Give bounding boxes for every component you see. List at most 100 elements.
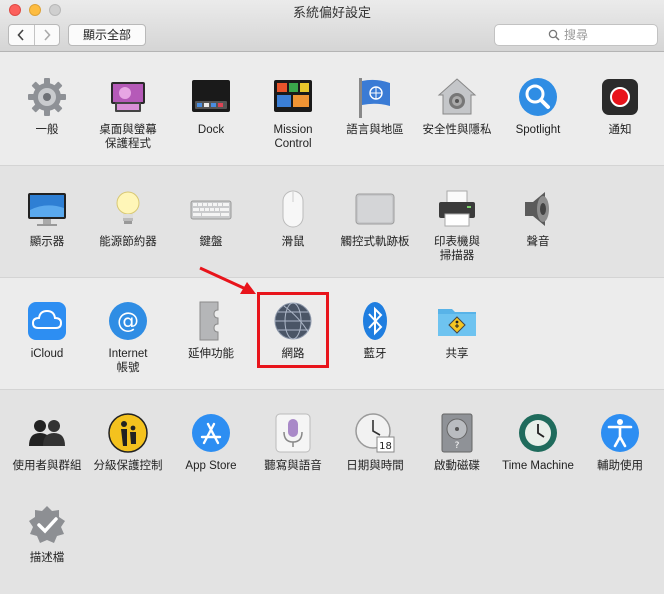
pref-label: 能源節約器 [99, 236, 157, 248]
pref-accessibility[interactable]: 輔助使用 [581, 412, 659, 473]
pref-label: 聽寫與語音 [264, 460, 322, 472]
date-time-clock-icon: 18 [355, 413, 395, 453]
pref-label: iCloud [30, 348, 64, 360]
pref-spotlight[interactable]: Spotlight [499, 76, 577, 137]
section-hardware: 顯示器 能源節約器 鍵盤 滑鼠 觸控式軌跡板 印表機與 掃描器 聲音 [0, 166, 664, 278]
pref-label: 共享 [445, 348, 469, 360]
pref-label: 滑鼠 [281, 236, 305, 248]
search-input[interactable] [564, 28, 604, 42]
annotation-highlight-box [257, 292, 329, 368]
users-groups-icon [29, 420, 65, 446]
pref-trackpad[interactable]: 觸控式軌跡板 [336, 188, 414, 249]
pref-label: 語言與地區 [346, 124, 404, 136]
printer-icon [439, 190, 475, 227]
pref-mouse[interactable]: 滑鼠 [254, 188, 332, 249]
pref-label: 鍵盤 [199, 236, 223, 248]
language-region-flag-icon [359, 78, 390, 118]
energy-saver-bulb-icon [116, 191, 140, 224]
pref-internet-accounts[interactable]: @ Internet 帳號 [89, 300, 167, 375]
pref-mission-control[interactable]: Mission Control [254, 76, 332, 151]
startup-disk-icon: ? [441, 413, 473, 453]
svg-text:18: 18 [379, 441, 392, 452]
pref-general[interactable]: 一般 [8, 76, 86, 137]
spotlight-magnifier-icon [519, 78, 557, 116]
back-button[interactable] [9, 25, 34, 45]
pref-desktop-screensaver[interactable]: 桌面與螢幕 保護程式 [89, 76, 167, 151]
parental-controls-icon [108, 413, 148, 453]
section-internet-wireless: iCloud @ Internet 帳號 延伸功能 網路 藍牙 共享 [0, 278, 664, 390]
profiles-badge-icon [29, 506, 65, 543]
time-machine-icon [519, 414, 557, 452]
bluetooth-icon [363, 302, 387, 340]
pref-label: 印表機與 掃描器 [434, 236, 480, 262]
pref-startup-disk[interactable]: ? 啟動磁碟 [418, 412, 496, 473]
forward-button[interactable] [33, 25, 60, 45]
pref-time-machine[interactable]: Time Machine [499, 412, 577, 473]
pref-label: 輔助使用 [597, 460, 643, 472]
pref-label: 分級保護控制 [93, 460, 163, 472]
pref-app-store[interactable]: App Store [172, 412, 250, 473]
pref-label: App Store [185, 460, 237, 472]
system-preferences-window: 系統偏好設定 顯示全部 搜尋 一般 桌面與螢幕 保護程式 Dock Missio… [0, 0, 664, 594]
mouse-icon [282, 190, 304, 228]
security-house-icon [437, 78, 477, 115]
mission-control-icon [274, 80, 312, 112]
pref-sharing[interactable]: 共享 [418, 300, 496, 361]
pref-label: 顯示器 [29, 236, 65, 248]
pref-security-privacy[interactable]: 安全性與隱私 [418, 76, 496, 137]
pref-energy-saver[interactable]: 能源節約器 [89, 188, 167, 249]
search-field[interactable] [494, 24, 658, 46]
icloud-icon [28, 302, 66, 340]
pref-dock[interactable]: Dock [172, 76, 250, 137]
chevron-right-icon [44, 29, 51, 41]
pref-label: 桌面與螢幕 保護程式 [99, 124, 157, 150]
desktop-screensaver-icon [111, 82, 145, 112]
pref-profiles[interactable]: 描述檔 [8, 504, 86, 565]
dictation-microphone-icon [275, 413, 311, 453]
speaker-icon [525, 192, 549, 226]
navigation-buttons [8, 24, 60, 46]
pref-label: 延伸功能 [188, 348, 234, 360]
app-store-icon [192, 414, 230, 452]
pref-label: Spotlight [515, 124, 561, 136]
section-personal: 一般 桌面與螢幕 保護程式 Dock Mission Control 語言與地區… [0, 52, 664, 166]
display-monitor-icon [28, 193, 66, 226]
pref-label: Time Machine [502, 460, 574, 472]
pref-sound[interactable]: 聲音 [499, 188, 577, 249]
title-bar: 系統偏好設定 顯示全部 [0, 0, 664, 52]
pref-extensions[interactable]: 延伸功能 [172, 300, 250, 361]
pref-label: 一般 [35, 124, 59, 136]
pref-label: 聲音 [526, 236, 550, 248]
window-title: 系統偏好設定 [292, 5, 371, 20]
svg-text:?: ? [455, 441, 460, 451]
sharing-folder-icon [438, 309, 476, 336]
svg-text:@: @ [117, 309, 139, 334]
pref-label: Mission Control [273, 124, 313, 150]
pref-label: 藍牙 [363, 348, 387, 360]
pref-label: 描述檔 [29, 552, 65, 564]
pref-displays[interactable]: 顯示器 [8, 188, 86, 249]
pref-parental-controls[interactable]: 分級保護控制 [89, 412, 167, 473]
pref-dictation-speech[interactable]: 聽寫與語音 [254, 412, 332, 473]
trackpad-icon [355, 193, 395, 225]
pref-keyboard[interactable]: 鍵盤 [172, 188, 250, 249]
pref-label: 啟動磁碟 [434, 460, 480, 472]
pref-notifications[interactable]: 通知 [581, 76, 659, 137]
show-all-button[interactable]: 顯示全部 [68, 24, 146, 46]
extensions-puzzle-icon [199, 301, 219, 341]
pref-language-region[interactable]: 語言與地區 [336, 76, 414, 137]
pref-label: 使用者與群組 [12, 460, 82, 472]
keyboard-icon [190, 200, 232, 220]
search-icon [548, 29, 560, 41]
pref-users-groups[interactable]: 使用者與群組 [8, 412, 86, 473]
accessibility-icon [601, 414, 639, 452]
pref-bluetooth[interactable]: 藍牙 [336, 300, 414, 361]
annotation-arrow [199, 266, 256, 294]
pref-printers-scanners[interactable]: 印表機與 掃描器 [418, 188, 496, 263]
pref-icloud[interactable]: iCloud [8, 300, 86, 361]
general-gear-icon [28, 78, 66, 116]
pref-label: 日期與時間 [346, 460, 404, 472]
chevron-left-icon [17, 29, 24, 41]
pref-date-time[interactable]: 18 日期與時間 [336, 412, 414, 473]
pref-label: 通知 [608, 124, 632, 136]
